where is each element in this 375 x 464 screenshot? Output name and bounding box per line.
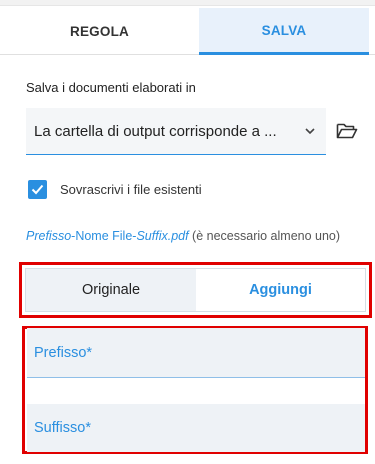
overwrite-checkbox[interactable]	[28, 180, 47, 199]
tab-bar: REGOLA SALVA	[0, 8, 375, 55]
folder-open-icon[interactable]	[336, 122, 358, 140]
hint-prefix: Prefisso	[26, 229, 72, 243]
output-folder-selected-value: La cartella di output corrisponde a ...	[34, 122, 277, 140]
suffix-input[interactable]: Suffisso*	[27, 404, 365, 452]
save-location-label: Salva i documenti elaborati in	[26, 80, 196, 95]
hint-note: (è necessario almeno uno)	[188, 229, 341, 243]
hint-extension: .pdf	[167, 229, 189, 243]
toggle-originale[interactable]: Originale	[26, 269, 196, 311]
tab-salva[interactable]: SALVA	[199, 8, 369, 55]
overwrite-label: Sovrascrivi i file esistenti	[60, 182, 202, 197]
tab-bar-filler	[369, 8, 375, 55]
top-divider	[0, 0, 375, 6]
filename-format-hint: Prefisso-Nome File-Suffix.pdf (è necessa…	[26, 227, 366, 246]
hint-middle: -Nome File-	[71, 229, 137, 243]
chevron-down-icon	[305, 128, 315, 135]
tab-regola[interactable]: REGOLA	[0, 8, 199, 55]
hint-suffix: Suffix	[136, 229, 168, 243]
checkmark-icon	[31, 184, 44, 195]
mode-toggle: Originale Aggiungi	[25, 268, 366, 312]
prefix-input[interactable]: Prefisso*	[27, 328, 365, 378]
toggle-aggiungi[interactable]: Aggiungi	[196, 269, 365, 311]
output-folder-select[interactable]: La cartella di output corrisponde a ...	[26, 108, 326, 155]
overwrite-row: Sovrascrivi i file esistenti	[28, 180, 202, 199]
